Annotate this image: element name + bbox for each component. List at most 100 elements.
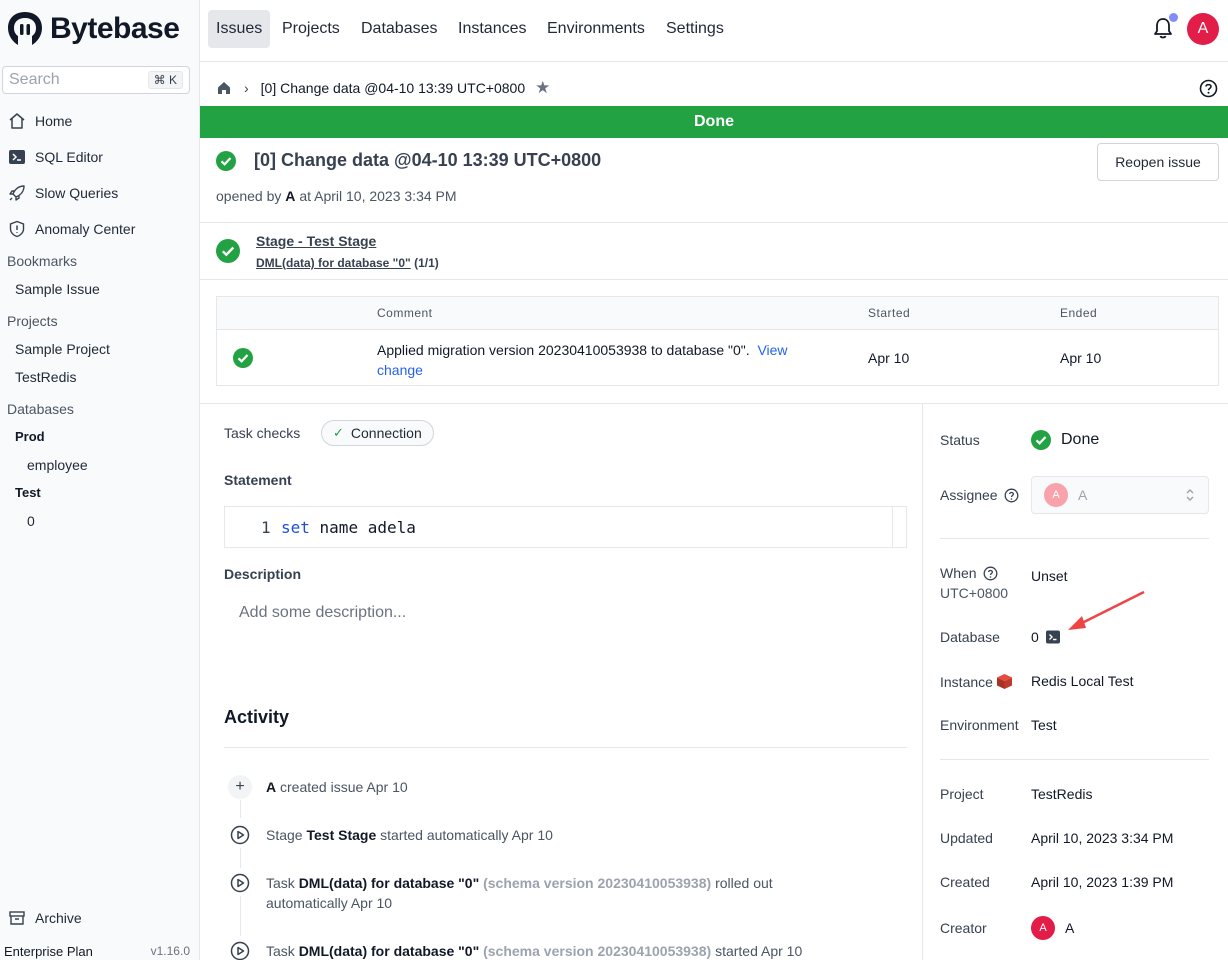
databases-section-label: Databases [7, 401, 74, 417]
activity-text: rolled out [715, 875, 773, 891]
chevron-right-icon: › [244, 80, 249, 96]
database-name-link[interactable]: 0 [1031, 629, 1039, 645]
activity-title: Activity [224, 707, 290, 727]
bookmark-item[interactable]: Sample Issue [15, 281, 100, 297]
comment-text: Applied migration version 20230410053938… [377, 342, 750, 358]
activity-item: Task DML(data) for database "0" (schema … [266, 941, 886, 960]
database-item[interactable]: employee [27, 457, 88, 473]
search-placeholder: Search [9, 71, 60, 88]
user-avatar[interactable]: A [1187, 13, 1219, 45]
tab-settings[interactable]: Settings [658, 10, 732, 48]
shield-icon [8, 220, 26, 238]
activity-text: started Apr 10 [715, 943, 803, 959]
sidebar-item-label: Archive [35, 910, 82, 926]
bell-icon[interactable] [1152, 13, 1178, 41]
table-row-ended: Apr 10 [1060, 350, 1102, 366]
timeline-line [240, 896, 241, 936]
chevron-up-down-icon [1184, 487, 1196, 503]
search-input[interactable]: Search ⌘ K [2, 66, 190, 94]
database-item[interactable]: 0 [27, 513, 35, 529]
stage-task-summary: DML(data) for database "0" (1/1) [256, 256, 439, 270]
sidebar-item-home[interactable]: Home [0, 107, 199, 135]
star-icon[interactable]: ★ [535, 78, 550, 98]
line-number: 1 [261, 518, 271, 537]
activity-schema-version: (schema version 20230410053938) [483, 875, 712, 891]
tab-projects[interactable]: Projects [274, 10, 348, 48]
divider [940, 759, 1209, 760]
activity-task-name: DML(data) for database "0" [298, 943, 480, 959]
plan-name: Enterprise Plan [4, 944, 93, 959]
database-label: Database [940, 629, 1000, 645]
projects-section-label: Projects [7, 313, 58, 329]
sql-statement-editor[interactable]: 1 set name adela [224, 506, 907, 548]
issue-title[interactable]: [0] Change data @04-10 13:39 UTC+0800 [254, 150, 601, 171]
activity-item: A created issue Apr 10 [266, 777, 408, 797]
column-header-comment: Comment [377, 306, 433, 320]
help-icon[interactable] [1004, 488, 1019, 503]
help-icon[interactable] [983, 566, 998, 581]
description-label: Description [224, 566, 302, 582]
tab-environments[interactable]: Environments [539, 10, 653, 48]
help-icon[interactable] [1199, 79, 1218, 98]
updated-value: April 10, 2023 3:34 PM [1031, 830, 1174, 846]
project-value[interactable]: TestRedis [1031, 786, 1092, 802]
view-change-link-continued[interactable]: change [377, 362, 423, 378]
stage-title[interactable]: Stage - Test Stage [256, 233, 376, 249]
reopen-issue-button[interactable]: Reopen issue [1097, 143, 1219, 181]
tab-instances[interactable]: Instances [450, 10, 534, 48]
creator-label: Creator [940, 920, 987, 936]
when-label-text: When [940, 565, 977, 581]
column-header-started: Started [868, 306, 911, 320]
environment-value[interactable]: Test [1031, 717, 1057, 733]
creator-avatar: A [1031, 916, 1055, 940]
sidebar-item-slow-queries[interactable]: Slow Queries [0, 179, 199, 207]
subscription-plan[interactable]: Enterprise Plan v1.16.0 [4, 944, 190, 959]
terminal-icon[interactable] [1045, 629, 1061, 645]
terminal-icon [8, 148, 26, 166]
activity-actor: A [266, 779, 277, 795]
home-icon [8, 112, 26, 130]
creator-name: A [1065, 920, 1075, 936]
column-header-ended: Ended [1060, 306, 1098, 320]
instance-label: Instance [940, 673, 1013, 690]
top-nav: Issues Projects Databases Instances Envi… [200, 0, 1228, 62]
sidebar-item-sql-editor[interactable]: SQL Editor [0, 143, 199, 171]
created-value: April 10, 2023 1:39 PM [1031, 874, 1174, 890]
code-line: set name adela [281, 518, 416, 537]
scrollbar[interactable] [892, 507, 893, 547]
view-change-link[interactable]: View [757, 342, 787, 358]
activity-prefix: Task [266, 875, 295, 891]
stage-done-icon[interactable] [216, 239, 240, 266]
instance-value[interactable]: Redis Local Test [1031, 673, 1133, 689]
sidebar-item-archive[interactable]: Archive [0, 904, 199, 932]
status-value: Done [1031, 430, 1099, 450]
timeline-line [240, 800, 241, 818]
database-value: 0 [1031, 629, 1061, 645]
activity-text: started automatically Apr 10 [380, 827, 553, 843]
activity-prefix: Stage [266, 827, 303, 843]
stage-task-count: (1/1) [414, 256, 439, 270]
panel-divider [922, 404, 923, 960]
bytebase-logo[interactable]: Bytebase [6, 10, 180, 48]
when-value[interactable]: Unset [1031, 568, 1068, 584]
connection-check-chip[interactable]: ✓ Connection [321, 420, 434, 446]
check-circle-icon [1031, 430, 1051, 450]
when-label: When [940, 565, 998, 581]
issue-header: [0] Change data @04-10 13:39 UTC+0800 [216, 150, 601, 171]
breadcrumb-current: [0] Change data @04-10 13:39 UTC+0800 [260, 80, 526, 96]
project-item[interactable]: TestRedis [15, 369, 76, 385]
description-input[interactable]: Add some description... [239, 604, 406, 622]
assignee-label-text: Assignee [940, 487, 998, 503]
home-icon[interactable] [216, 80, 232, 96]
tab-issues[interactable]: Issues [208, 10, 271, 48]
status-label: Status [940, 432, 980, 448]
stage-task-name[interactable]: DML(data) for database "0" [256, 256, 411, 270]
sidebar-item-anomaly-center[interactable]: Anomaly Center [0, 215, 199, 243]
plus-icon: + [228, 775, 252, 799]
tab-databases[interactable]: Databases [353, 10, 446, 48]
project-item[interactable]: Sample Project [15, 341, 110, 357]
notification-dot [1169, 13, 1178, 22]
assignee-select[interactable]: A A [1031, 476, 1209, 514]
opened-time: at April 10, 2023 3:34 PM [299, 188, 457, 204]
task-run-table: Comment Started Ended Applied migration … [216, 296, 1219, 386]
